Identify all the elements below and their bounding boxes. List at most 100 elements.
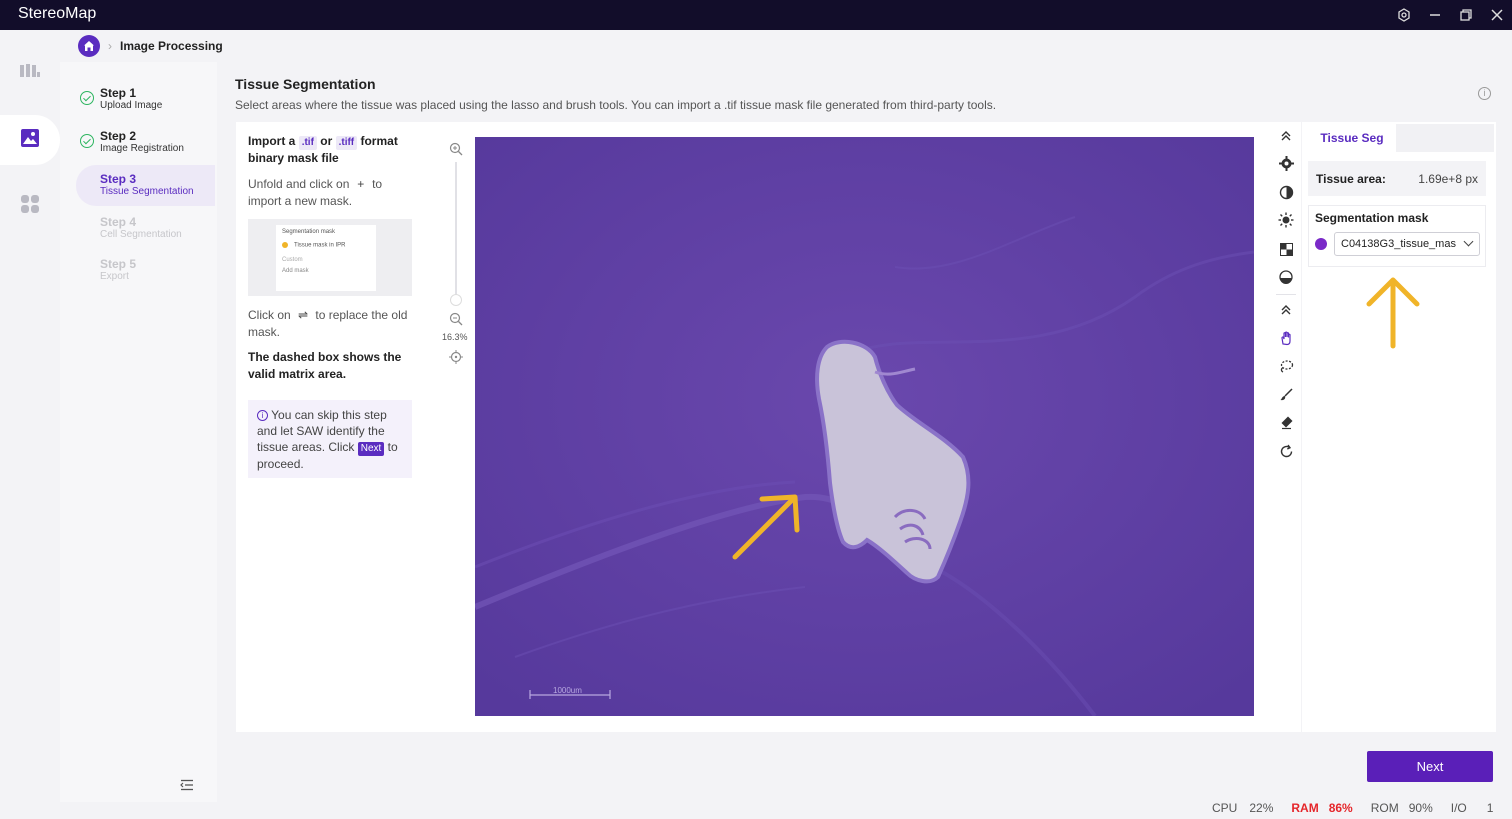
rail-image-processing-item[interactable] <box>0 115 60 165</box>
info-icon: i <box>257 410 268 422</box>
step-subtitle: Image Registration <box>100 143 184 154</box>
tab-tissue-seg[interactable]: Tissue Seg <box>1308 124 1396 152</box>
hand-pan-icon[interactable] <box>1277 329 1295 347</box>
tif-tag: .tif <box>298 136 317 150</box>
instruction-thumbnail: Segmentation mask Tissue mask in IPR Cus… <box>248 219 412 296</box>
brush-icon[interactable] <box>1277 385 1295 403</box>
tissue-area-row: Tissue area: 1.69e+8 px <box>1308 161 1486 196</box>
settings-icon[interactable] <box>1388 0 1419 30</box>
skip-note: i You can skip this step and let SAW ide… <box>248 400 412 478</box>
next-button[interactable]: Next <box>1367 751 1493 782</box>
cpu-value: 22% <box>1249 801 1274 815</box>
instruction-text: Import a <box>248 134 296 148</box>
step-subtitle: Export <box>100 271 129 282</box>
zoom-percent: 16.3% <box>442 332 468 342</box>
tissue-image: 1000um <box>475 137 1254 716</box>
replace-icon: ⇌ <box>298 308 309 322</box>
grid-icon <box>20 194 40 219</box>
ram-label: RAM <box>1291 801 1319 815</box>
instructions-panel: Import a .tif or .tiff format binary mas… <box>236 122 425 732</box>
segmentation-mask-title: Segmentation mask <box>1315 211 1429 225</box>
breadcrumb-current: Image Processing <box>120 39 223 53</box>
instruction-text: or <box>320 134 333 148</box>
section-description: Select areas where the tissue was placed… <box>235 98 997 112</box>
close-icon[interactable] <box>1481 0 1512 30</box>
mask-select[interactable]: C04138G3_tissue_mas <box>1334 232 1480 256</box>
tool-divider <box>1276 294 1296 295</box>
ram-value: 86% <box>1328 801 1353 815</box>
checkerboard-icon[interactable] <box>1277 240 1295 258</box>
step-title: Step 3 <box>100 172 137 186</box>
scalebar-label: 1000um <box>553 686 582 695</box>
collapse-up-icon[interactable] <box>1277 301 1295 319</box>
collapse-up-icon[interactable] <box>1277 127 1295 145</box>
io-label: I/O <box>1450 801 1467 815</box>
thumbnail-add: Add mask <box>282 267 309 274</box>
status-bar: CPU 22% RAM 86% ROM 90% I/O 1 <box>1212 801 1499 815</box>
step-item-4: Step 4 Cell Segmentation <box>78 215 217 255</box>
mask-color-dot[interactable] <box>1315 238 1327 250</box>
step-item-1[interactable]: Step 1 Upload Image <box>78 86 217 126</box>
step-item-2[interactable]: Step 2 Image Registration <box>78 129 217 169</box>
app-title: StereoMap <box>18 5 97 22</box>
window-controls <box>1388 0 1512 30</box>
thumbnail-item-label: Tissue mask in IPR <box>294 242 346 249</box>
zoom-slider-handle[interactable] <box>450 294 462 306</box>
opacity-icon[interactable] <box>1277 268 1295 286</box>
zoom-in-icon[interactable] <box>449 142 463 161</box>
instruction-text: Unfold and click on <box>248 177 350 191</box>
collapse-menu-icon[interactable] <box>180 778 194 794</box>
thumbnail-custom: Custom <box>282 256 303 263</box>
zoom-out-icon[interactable] <box>449 312 463 331</box>
title-bar: StereoMap <box>0 0 1512 30</box>
rom-label: ROM <box>1370 801 1399 815</box>
dashed-box-note: The dashed box shows the valid matrix ar… <box>248 350 402 381</box>
thumbnail-title: Segmentation mask <box>282 229 336 235</box>
home-button[interactable] <box>78 35 100 57</box>
nav-rail <box>0 30 60 819</box>
rail-map-item[interactable] <box>0 48 60 98</box>
gear-icon[interactable] <box>1277 154 1295 172</box>
io-value: 1 <box>1486 801 1494 815</box>
next-tag: Next <box>357 442 385 456</box>
cpu-label: CPU <box>1212 801 1238 815</box>
lasso-icon[interactable] <box>1277 357 1295 375</box>
recenter-icon[interactable] <box>449 350 463 369</box>
home-icon <box>84 41 94 51</box>
brightness-icon[interactable] <box>1277 211 1295 229</box>
step-title: Step 5 <box>100 257 137 271</box>
tissue-area-label: Tissue area: <box>1316 171 1386 186</box>
contrast-icon[interactable] <box>1277 183 1295 201</box>
rail-apps-item[interactable] <box>0 181 60 231</box>
steps-panel: Step 1 Upload Image Step 2 Image Registr… <box>60 62 217 802</box>
step-item-5: Step 5 Export <box>78 257 217 297</box>
section-title: Tissue Segmentation <box>235 76 376 92</box>
annotation-arrow-up <box>1366 277 1420 349</box>
tissue-image-viewer[interactable]: 1000um <box>475 137 1254 716</box>
replace-instruction: Click on ⇌ to replace the old mask. <box>248 307 418 341</box>
plus-icon: + <box>357 177 365 191</box>
thumbnail-item: Tissue mask in IPR <box>282 242 370 249</box>
zoom-slider-track[interactable] <box>455 162 457 302</box>
mask-select-value: C04138G3_tissue_mas <box>1341 238 1456 250</box>
map-icon <box>19 62 41 85</box>
breadcrumb: › Image Processing <box>78 35 223 57</box>
step-subtitle: Cell Segmentation <box>100 229 182 240</box>
minimize-icon[interactable] <box>1419 0 1450 30</box>
step-subtitle: Upload Image <box>100 100 163 111</box>
eraser-icon[interactable] <box>1277 413 1295 431</box>
step-item-3[interactable]: Step 3 Tissue Segmentation <box>76 165 215 206</box>
rom-value: 90% <box>1408 801 1433 815</box>
reset-icon[interactable] <box>1277 442 1295 460</box>
image-icon <box>20 128 40 153</box>
tissue-area-value: 1.69e+8 px <box>1418 171 1478 186</box>
step-title: Step 2 <box>100 129 137 143</box>
check-circle-icon <box>80 134 94 148</box>
unfold-instruction: Unfold and click on + to import a new ma… <box>248 176 418 210</box>
zoom-column <box>425 122 475 732</box>
info-icon[interactable]: i <box>1478 87 1491 100</box>
chevron-down-icon <box>1463 236 1474 247</box>
instruction-text: Click on <box>248 308 291 322</box>
restore-icon[interactable] <box>1450 0 1481 30</box>
step-title: Step 1 <box>100 86 137 100</box>
